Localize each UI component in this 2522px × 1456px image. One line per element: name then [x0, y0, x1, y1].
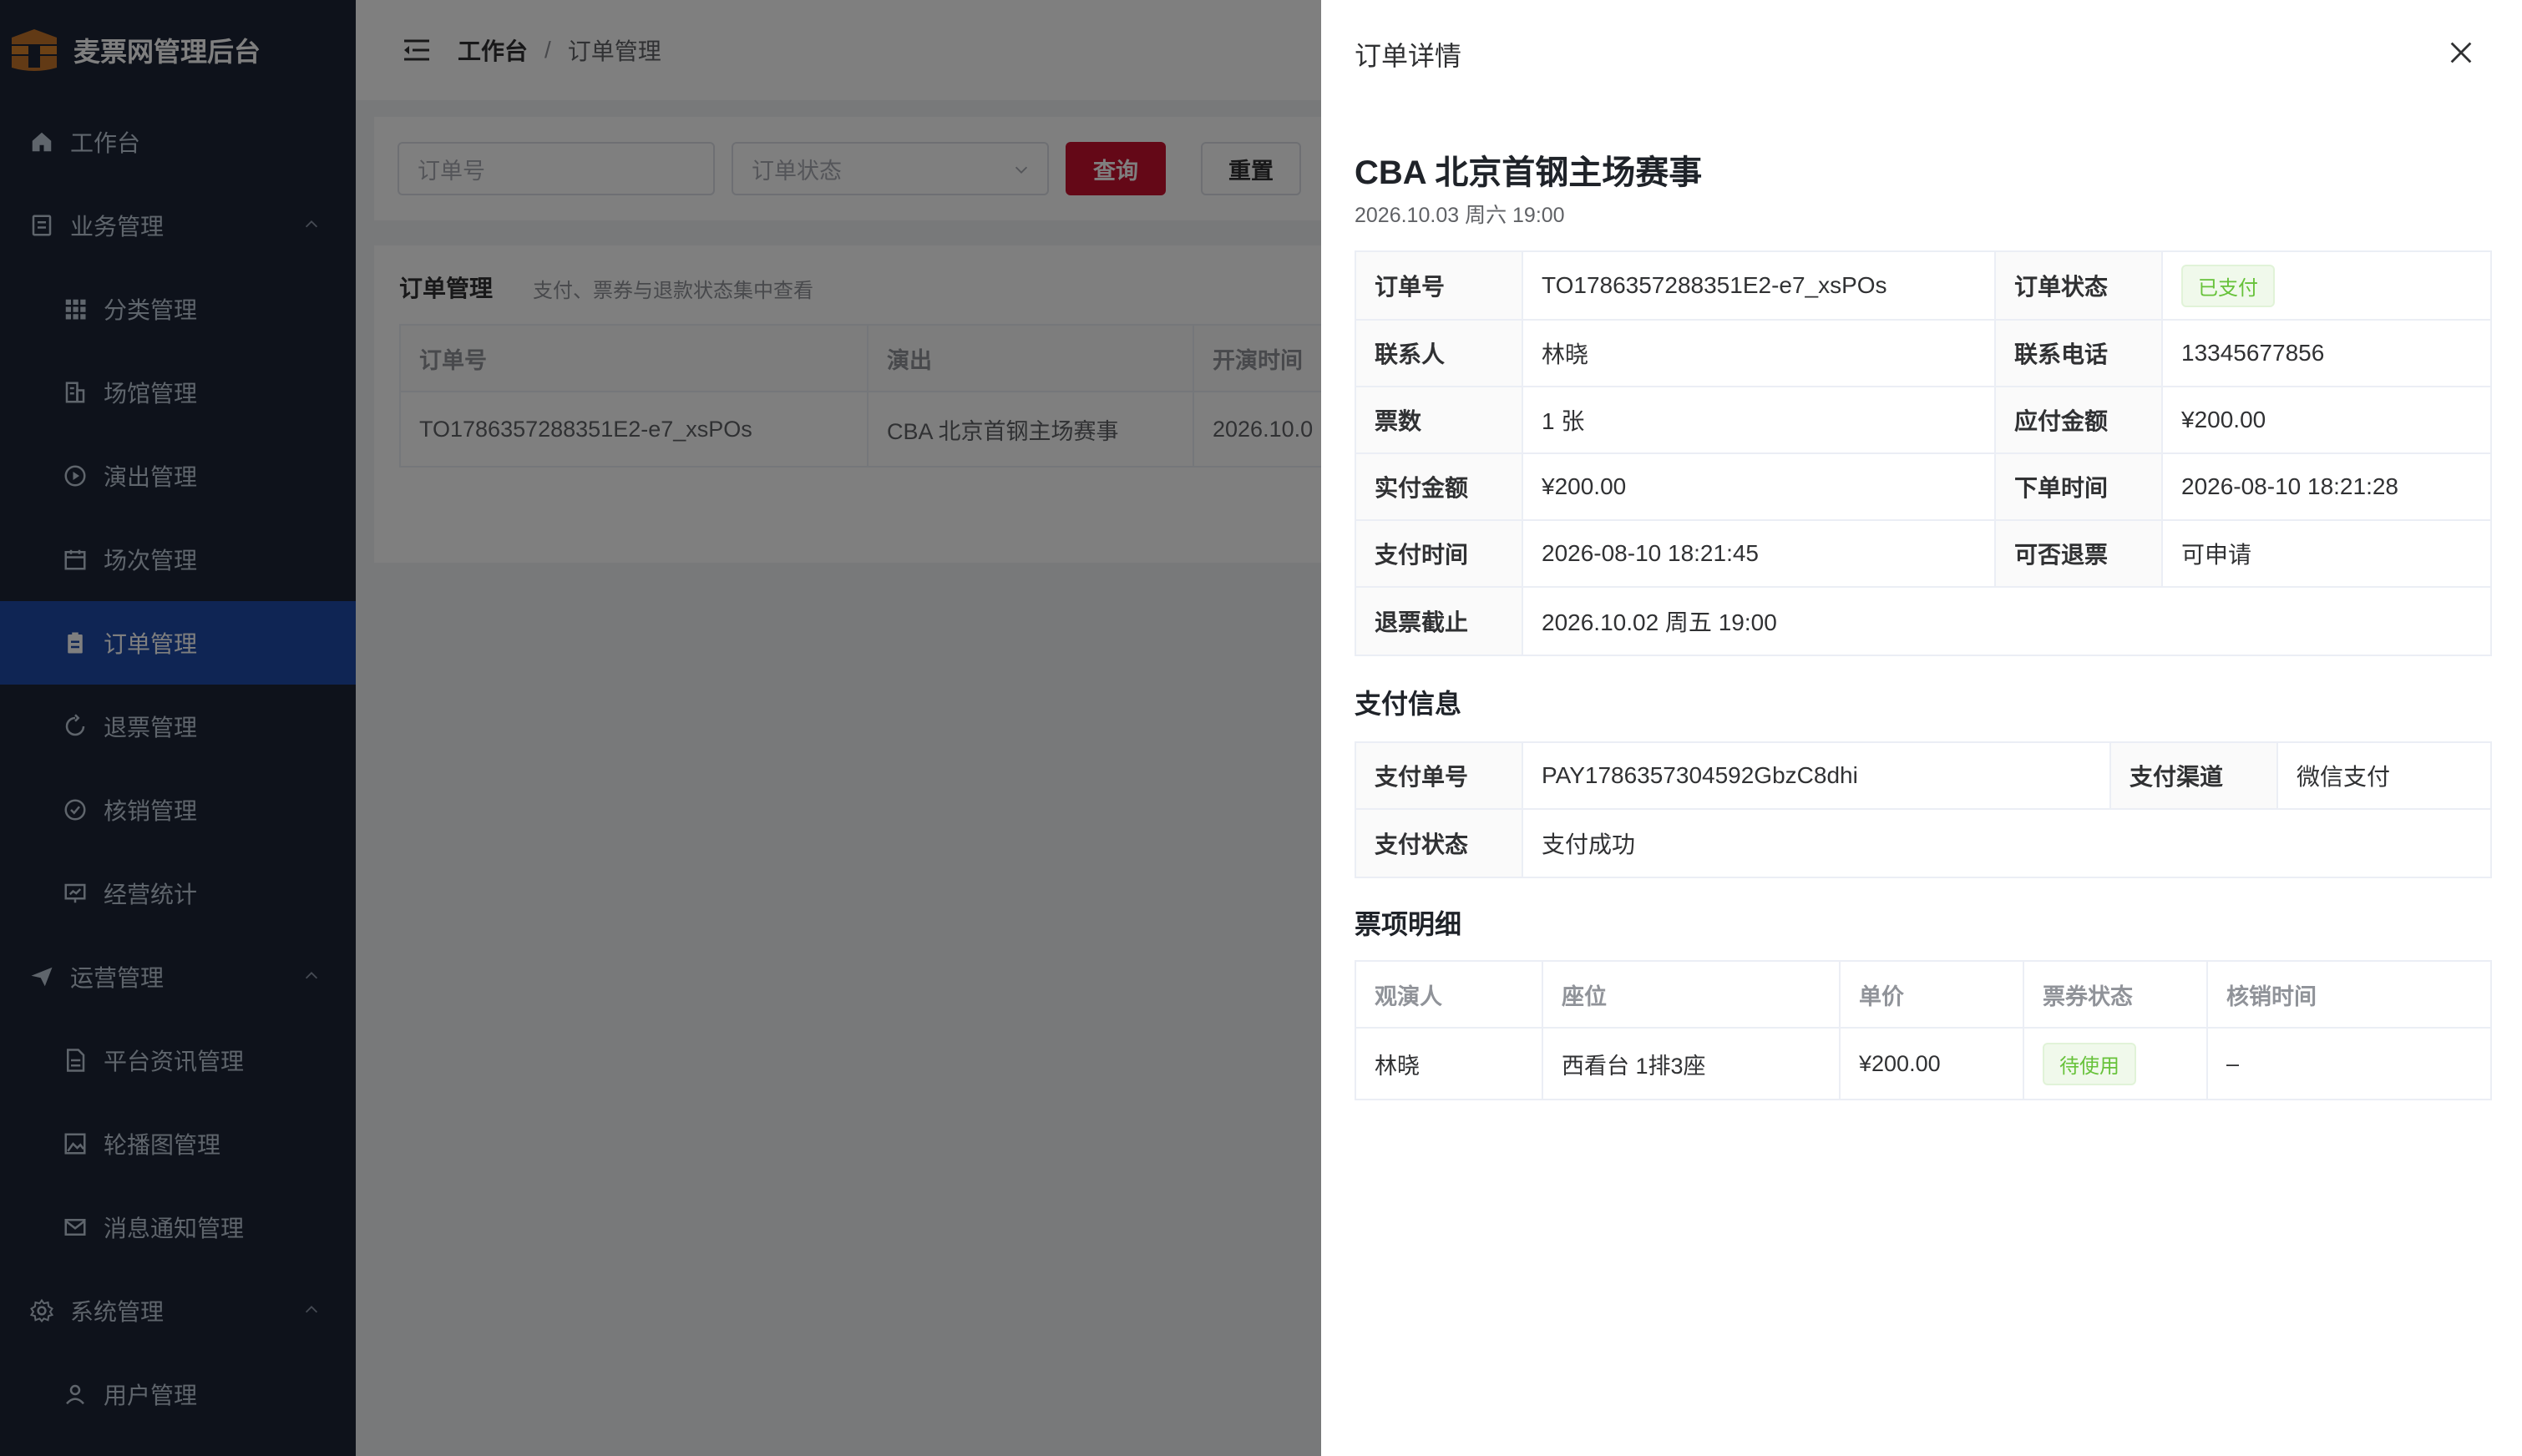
status-badge: 已支付 — [2181, 264, 2275, 307]
paid-value: ¥200.00 — [1522, 452, 1996, 521]
due-label: 应付金额 — [1994, 386, 2163, 454]
order-detail-drawer: 订单详情 CBA 北京首钢主场赛事 2026.10.03 周六 19:00 订单… — [1321, 0, 2522, 1456]
payment-info-table: 支付单号 PAY1786357304592GbzC8dhi 支付渠道 微信支付 … — [1355, 741, 2492, 878]
tickets-section-title: 票项明细 — [1355, 909, 1462, 939]
event-time: 2026.10.03 周六 19:00 — [1355, 204, 1565, 227]
order-no-label: 订单号 — [1355, 250, 1523, 321]
pay-no-label: 支付单号 — [1355, 741, 1523, 810]
refund-deadline-value: 2026.10.02 周五 19:00 — [1522, 586, 2492, 656]
pay-no-value: PAY1786357304592GbzC8dhi — [1522, 741, 2111, 810]
status-badge: 待使用 — [2043, 1042, 2136, 1085]
tickets-label: 票数 — [1355, 386, 1523, 454]
price-cell: ¥200.00 — [1839, 1027, 2024, 1100]
drawer-title: 订单详情 — [1355, 41, 1462, 71]
contact-label: 联系人 — [1355, 319, 1523, 387]
column-header: 观演人 — [1355, 960, 1543, 1029]
attendee-cell: 林晓 — [1355, 1027, 1543, 1100]
order-time-label: 下单时间 — [1994, 452, 2163, 521]
seat-cell: 西看台 1排3座 — [1542, 1027, 1841, 1100]
paid-label: 实付金额 — [1355, 452, 1523, 521]
due-value: ¥200.00 — [2161, 386, 2492, 454]
payment-section-title: 支付信息 — [1355, 689, 1462, 719]
pay-time-value: 2026-08-10 18:21:45 — [1522, 519, 1996, 588]
tickets-value: 1 张 — [1522, 386, 1996, 454]
channel-value: 微信支付 — [2276, 741, 2492, 810]
ticket-table: 观演人 座位 单价 票券状态 核销时间 林晓 西看台 1排3座 ¥200.00 … — [1355, 960, 2492, 1100]
phone-value: 13345677856 — [2161, 319, 2492, 387]
column-header: 座位 — [1542, 960, 1841, 1029]
pay-status-label: 支付状态 — [1355, 808, 1523, 878]
refund-deadline-label: 退票截止 — [1355, 586, 1523, 656]
pay-time-label: 支付时间 — [1355, 519, 1523, 588]
contact-value: 林晓 — [1522, 319, 1996, 387]
order-time-value: 2026-08-10 18:21:28 — [2161, 452, 2492, 521]
channel-label: 支付渠道 — [2109, 741, 2278, 810]
table-header: 观演人 座位 单价 票券状态 核销时间 — [1355, 960, 2492, 1029]
column-header: 核销时间 — [2206, 960, 2492, 1029]
order-info-table: 订单号 TO1786357288351E2-e7_xsPOs 订单状态 已支付 … — [1355, 250, 2492, 656]
refundable-label: 可否退票 — [1994, 519, 2163, 588]
order-no-value: TO1786357288351E2-e7_xsPOs — [1522, 250, 1996, 321]
refundable-value: 可申请 — [2161, 519, 2492, 588]
order-status-label: 订单状态 — [1994, 250, 2163, 321]
ticket-status-cell: 待使用 — [2023, 1027, 2208, 1100]
verify-time-cell: – — [2206, 1027, 2492, 1100]
pay-status-value: 支付成功 — [1522, 808, 2492, 878]
table-row: 林晓 西看台 1排3座 ¥200.00 待使用 – — [1355, 1027, 2492, 1100]
phone-label: 联系电话 — [1994, 319, 2163, 387]
column-header: 单价 — [1839, 960, 2024, 1029]
close-icon[interactable] — [2447, 38, 2475, 67]
order-status-cell: 已支付 — [2161, 250, 2492, 321]
column-header: 票券状态 — [2023, 960, 2208, 1029]
event-title: CBA 北京首钢主场赛事 — [1355, 154, 1703, 191]
